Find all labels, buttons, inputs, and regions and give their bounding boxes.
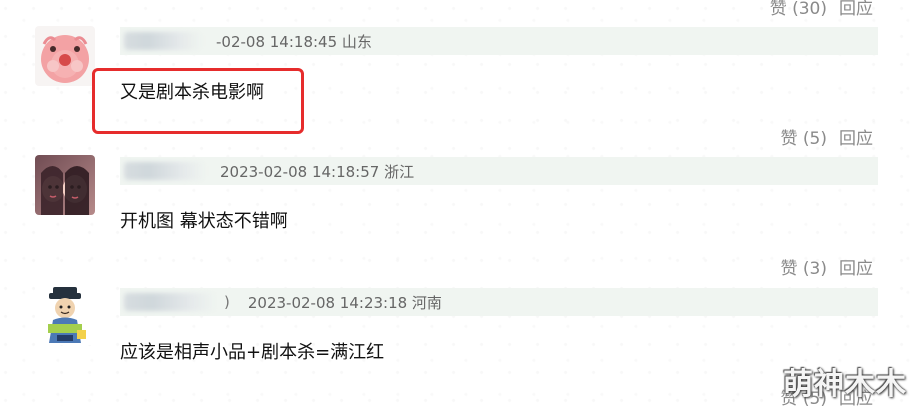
time-location: 2023-02-08 14:23:18 河南 <box>247 293 442 312</box>
pink-character-avatar-icon <box>35 26 95 86</box>
username[interactable] <box>124 293 216 311</box>
cartoon-official-avatar-icon <box>35 285 95 345</box>
highlight-box <box>92 68 304 134</box>
avatar[interactable] <box>35 155 95 215</box>
comment-meta: ) 2023-02-08 14:23:18 河南 <box>120 288 878 316</box>
comment-meta: -02-08 14:18:45 山东 <box>120 27 878 55</box>
username-suffix: ) <box>224 293 230 311</box>
photo-avatar-icon <box>35 155 95 215</box>
comment-meta: 2023-02-08 14:18:57 浙江 <box>120 157 878 185</box>
comment-item: -02-08 14:18:45 山东 又是剧本杀电影啊 赞 (5) 回应 <box>0 20 921 150</box>
comment-text: 应该是相声小品+剧本杀=满江红 <box>120 342 385 363</box>
like-button[interactable]: 赞 (30) <box>770 0 827 19</box>
time-location: 2023-02-08 14:18:57 浙江 <box>220 162 415 181</box>
comment-actions: 赞 (3) 回应 <box>781 254 873 279</box>
time-location: -02-08 14:18:45 山东 <box>216 32 372 51</box>
top-comment-actions: 赞 (30) 回应 <box>770 0 873 19</box>
like-button[interactable]: 赞 (3) <box>781 254 827 279</box>
watermark: 萌神木木 <box>783 367 907 402</box>
reply-button[interactable]: 回应 <box>839 124 873 149</box>
reply-button[interactable]: 回应 <box>839 254 873 279</box>
avatar[interactable] <box>35 285 95 345</box>
username[interactable] <box>124 162 206 180</box>
comment-text: 开机图 幕状态不错啊 <box>120 211 288 232</box>
username[interactable] <box>124 32 202 50</box>
like-button[interactable]: 赞 (5) <box>781 124 827 149</box>
comment-item: 2023-02-08 14:18:57 浙江 开机图 幕状态不错啊 赞 (3) … <box>0 153 921 283</box>
avatar[interactable] <box>35 26 95 86</box>
comment-actions: 赞 (5) 回应 <box>781 124 873 149</box>
reply-button[interactable]: 回应 <box>839 0 873 19</box>
